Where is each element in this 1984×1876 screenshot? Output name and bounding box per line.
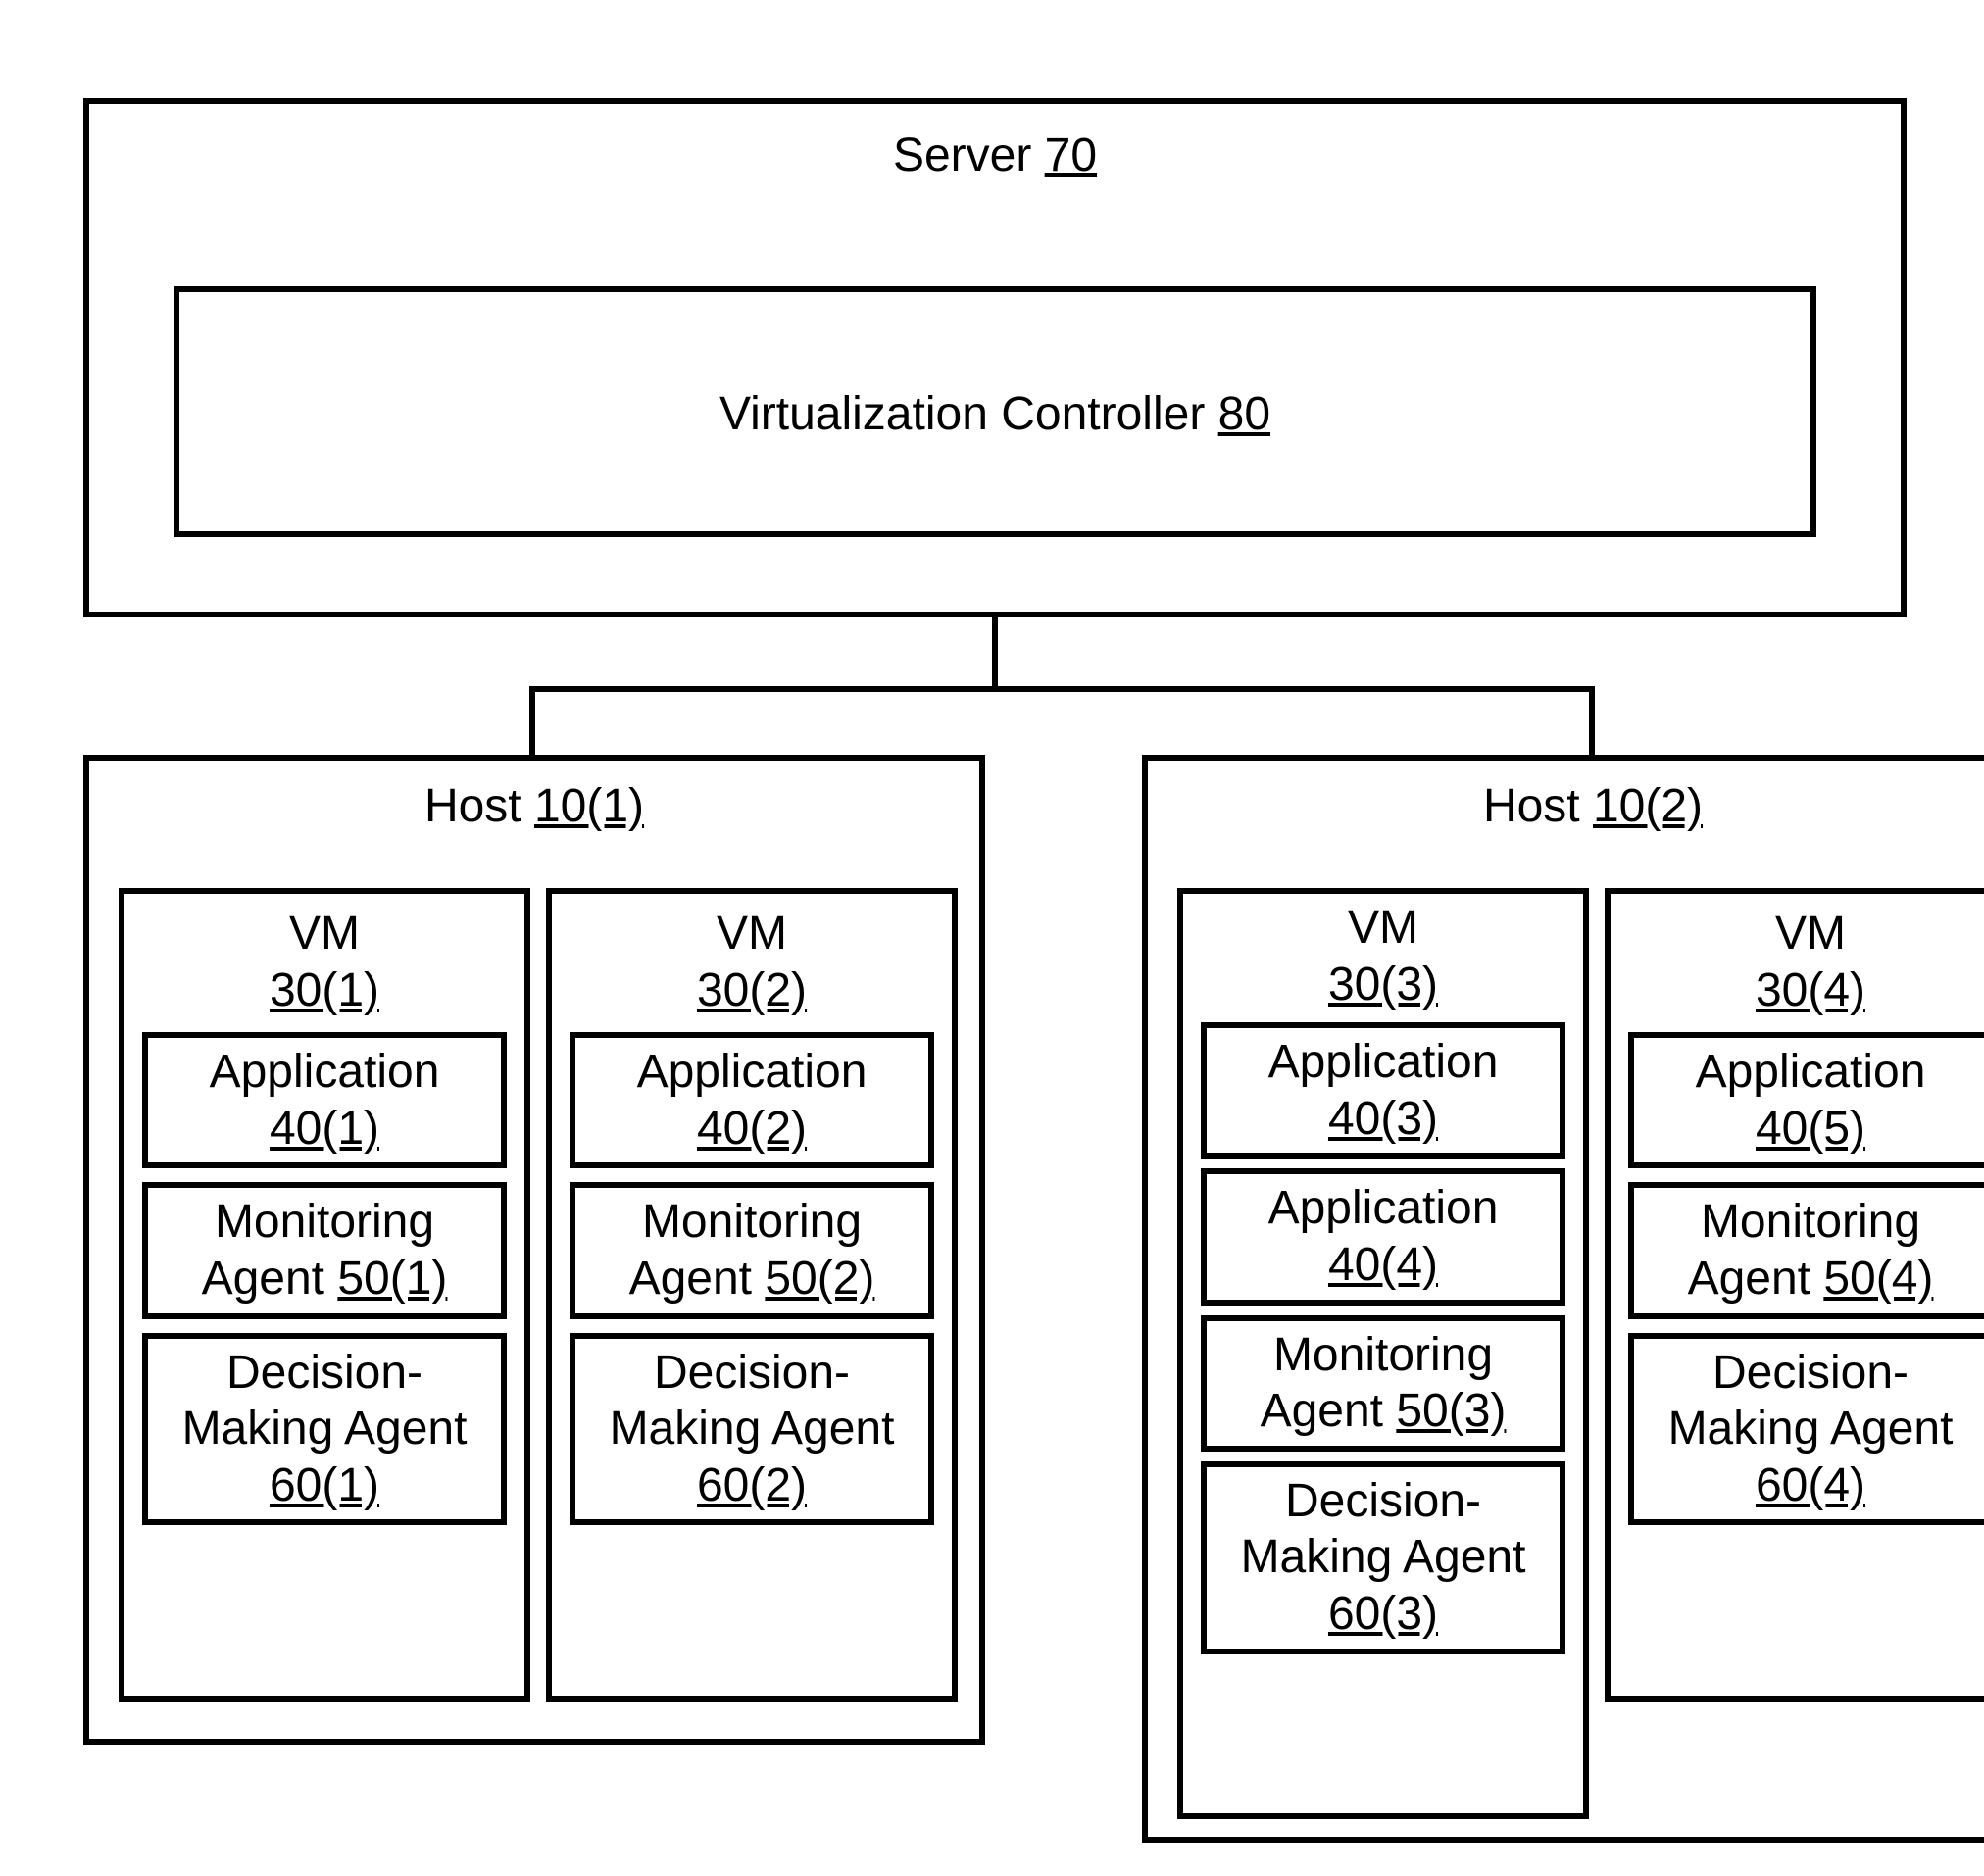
host-2-box: Host 10(2) VM 30(3) Application 40(3) Ap…: [1142, 755, 1984, 1843]
app-40-5: Application 40(5): [1628, 1032, 1984, 1168]
controller-box: Virtualization Controller 80: [174, 286, 1816, 537]
agent-50-4: Monitoring Agent 50(4): [1628, 1182, 1984, 1318]
vm-30-1-title: VM 30(1): [124, 906, 524, 1018]
vm-30-4-title: VM 30(4): [1611, 906, 1984, 1018]
agent-50-1: Monitoring Agent 50(1): [142, 1182, 507, 1318]
diagram-canvas: Server 70 Virtualization Controller 80 H…: [0, 0, 1984, 1876]
vm-30-3-title: VM 30(3): [1183, 900, 1583, 1012]
app-40-3: Application 40(3): [1201, 1022, 1565, 1159]
app-40-2: Application 40(2): [570, 1032, 934, 1168]
vm-30-4: VM 30(4) Application 40(5) Monitoring Ag…: [1605, 888, 1984, 1702]
app-40-1: Application 40(1): [142, 1032, 507, 1168]
agent-50-3: Monitoring Agent 50(3): [1201, 1315, 1565, 1452]
vm-30-1: VM 30(1) Application 40(1) Monitoring Ag…: [119, 888, 530, 1702]
host-1-label: Host 10(1): [89, 778, 979, 835]
server-box: Server 70 Virtualization Controller 80: [83, 98, 1907, 617]
vm-30-2: VM 30(2) Application 40(2) Monitoring Ag…: [546, 888, 958, 1702]
agent-60-2: Decision- Making Agent 60(2): [570, 1333, 934, 1526]
vm-30-3: VM 30(3) Application 40(3) Application 4…: [1177, 888, 1589, 1819]
server-label: Server 70: [89, 127, 1901, 184]
agent-60-1: Decision- Making Agent 60(1): [142, 1333, 507, 1526]
vm-30-2-title: VM 30(2): [552, 906, 952, 1018]
agent-60-3: Decision- Making Agent 60(3): [1201, 1461, 1565, 1654]
connector-server-down: [992, 617, 998, 686]
host-1-box: Host 10(1) VM 30(1) Application 40(1) Mo…: [83, 755, 985, 1745]
connector-horizontal: [529, 686, 1595, 692]
app-40-4: Application 40(4): [1201, 1168, 1565, 1305]
controller-label: Virtualization Controller 80: [179, 386, 1810, 443]
connector-host2-down: [1589, 686, 1595, 755]
agent-60-4: Decision- Making Agent 60(4): [1628, 1333, 1984, 1526]
host-2-label: Host 10(2): [1148, 778, 1984, 835]
agent-50-2: Monitoring Agent 50(2): [570, 1182, 934, 1318]
connector-host1-down: [529, 686, 535, 755]
